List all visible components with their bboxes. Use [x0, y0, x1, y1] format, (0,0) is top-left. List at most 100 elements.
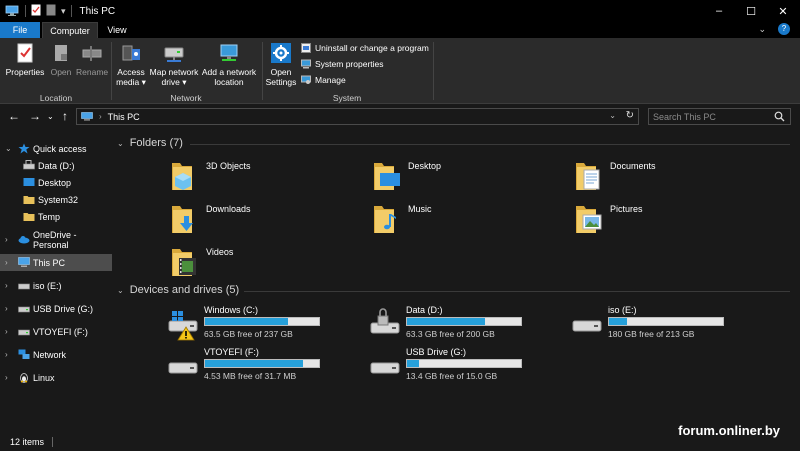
collapse-chevron-icon[interactable]: ⌄: [117, 286, 124, 295]
drive-vtoyefi-f[interactable]: VTOYEFI (F:) 4.53 MB free of 31.7 MB: [168, 347, 328, 383]
maximize-button[interactable]: ☐: [734, 0, 768, 22]
expand-chevron-icon[interactable]: ›: [5, 235, 8, 244]
folder-music[interactable]: Music: [372, 202, 552, 236]
expand-chevron-icon[interactable]: ›: [5, 350, 8, 359]
drive-usage-fill: [407, 318, 485, 325]
expand-chevron-icon[interactable]: ›: [5, 281, 8, 290]
up-button[interactable]: ↑: [62, 109, 68, 123]
forward-button[interactable]: →: [29, 109, 41, 123]
sidebar-item-desktop[interactable]: Desktop: [0, 174, 112, 191]
sidebar-item-data-d[interactable]: Data (D:): [0, 157, 112, 174]
manage-label: Manage: [315, 75, 346, 85]
expand-chevron-icon[interactable]: ⌄: [5, 144, 12, 153]
sidebar-item-label: USB Drive (G:): [33, 303, 94, 314]
breadcrumb-separator[interactable]: ›: [99, 112, 102, 121]
drive-data-d[interactable]: Data (D:) 63.3 GB free of 200 GB: [370, 305, 530, 341]
access-media-button[interactable]: Access media ▾: [114, 42, 148, 87]
open-icon: [50, 42, 72, 64]
drive-iso-e[interactable]: iso (E:) 180 GB free of 213 GB: [572, 305, 732, 341]
sidebar-item-onedrive[interactable]: › OneDrive - Personal: [0, 230, 112, 250]
address-dropdown-button[interactable]: ⌄: [609, 111, 616, 120]
folders-group-header[interactable]: ⌄ Folders (7): [112, 137, 183, 149]
tab-file[interactable]: File: [0, 22, 40, 38]
expand-ribbon-button[interactable]: ⌄: [758, 24, 766, 35]
drive-usage-fill: [609, 318, 627, 325]
expand-chevron-icon[interactable]: ›: [5, 304, 8, 313]
drives-group-header[interactable]: ⌄ Devices and drives (5): [112, 284, 239, 296]
folder-pictures[interactable]: Pictures: [574, 202, 754, 236]
help-button[interactable]: ?: [778, 23, 790, 35]
folder-name: Videos: [206, 247, 234, 257]
open-settings-label-2: Settings: [265, 77, 297, 87]
add-network-location-label-1: Add a network: [201, 67, 257, 77]
sidebar-item-label: Data (D:): [38, 160, 75, 171]
sidebar-item-this-pc[interactable]: › This PC: [0, 254, 112, 271]
search-input[interactable]: [653, 111, 773, 122]
add-network-location-button[interactable]: Add a network location: [200, 42, 258, 87]
breadcrumb-this-pc[interactable]: This PC: [108, 112, 140, 122]
refresh-button[interactable]: ↻: [626, 110, 634, 121]
expand-chevron-icon[interactable]: ›: [5, 258, 8, 267]
collapse-chevron-icon[interactable]: ⌄: [117, 139, 124, 148]
minimize-button[interactable]: –: [702, 0, 736, 22]
address-bar[interactable]: › This PC ⌄ ↻: [76, 108, 639, 125]
search-icon[interactable]: [774, 111, 785, 122]
sidebar-item-usb-drive-g[interactable]: › USB Drive (G:): [0, 300, 112, 317]
properties-icon: [14, 42, 36, 64]
drive-free-space: 63.5 GB free of 237 GB: [204, 329, 293, 339]
music-folder-icon: [372, 202, 402, 236]
sidebar-item-quick-access[interactable]: ⌄ Quick access: [0, 140, 112, 157]
this-pc-icon[interactable]: [5, 5, 19, 17]
folder-name: Desktop: [408, 161, 442, 171]
sidebar-item-linux[interactable]: › Linux: [0, 369, 112, 386]
usb-drive-icon: [18, 326, 30, 337]
drive-name: Data (D:): [406, 305, 443, 315]
drive-usage-bar: [406, 317, 522, 326]
expand-chevron-icon[interactable]: ›: [5, 373, 8, 382]
item-count: 12 items: [10, 436, 45, 447]
sidebar-item-vtoyefi-f[interactable]: › VTOYEFI (F:): [0, 323, 112, 340]
drive-windows-c[interactable]: Windows (C:) 63.5 GB free of 237 GB: [168, 305, 328, 341]
customize-toolbar-icon[interactable]: ▾: [61, 6, 66, 17]
rename-button[interactable]: Rename: [76, 42, 108, 77]
properties-button[interactable]: Properties: [4, 42, 46, 77]
drive-usb-g[interactable]: USB Drive (G:) 13.4 GB free of 15.0 GB: [370, 347, 530, 383]
drive-name: iso (E:): [608, 305, 637, 315]
tab-view[interactable]: View: [100, 22, 134, 38]
open-button[interactable]: Open: [46, 42, 76, 77]
map-network-drive-button[interactable]: Map network drive ▾: [148, 42, 200, 87]
close-button[interactable]: ✕: [766, 0, 800, 22]
sidebar-item-temp[interactable]: Temp: [0, 208, 112, 225]
system-properties-label: System properties: [315, 59, 384, 69]
navigation-bar: ← → ⌄ ↑ › This PC ⌄ ↻: [0, 104, 800, 128]
drive-icon: [572, 311, 602, 345]
properties-quick-icon[interactable]: [31, 4, 41, 18]
expand-chevron-icon[interactable]: ›: [5, 327, 8, 336]
manage-button[interactable]: Manage: [301, 75, 346, 85]
recent-locations-button[interactable]: ⌄: [47, 112, 54, 121]
folder-desktop[interactable]: Desktop: [372, 159, 552, 193]
folder-3d-objects[interactable]: 3D Objects: [170, 159, 350, 193]
drive-name: VTOYEFI (F:): [204, 347, 259, 357]
window-title: This PC: [79, 5, 116, 17]
sidebar-item-network[interactable]: › Network: [0, 346, 112, 363]
new-folder-quick-icon[interactable]: [46, 4, 56, 18]
sidebar-item-system32[interactable]: System32: [0, 191, 112, 208]
folder-downloads[interactable]: Downloads: [170, 202, 350, 236]
network-icon: [18, 349, 30, 360]
uninstall-program-button[interactable]: Uninstall or change a program: [301, 43, 429, 53]
sidebar-item-iso-e[interactable]: › iso (E:): [0, 277, 112, 294]
search-box[interactable]: [648, 108, 791, 125]
folders-group-title: Folders (7): [129, 137, 183, 149]
properties-label: Properties: [5, 67, 45, 77]
content-view: ⌄ Folders (7) 3D Objects Desktop Documen…: [112, 132, 800, 432]
tab-computer[interactable]: Computer: [42, 22, 98, 38]
system-properties-button[interactable]: System properties: [301, 59, 384, 69]
location-group-label: Location: [39, 93, 73, 103]
open-settings-button[interactable]: Open Settings: [264, 42, 298, 87]
drive-free-space: 63.3 GB free of 200 GB: [406, 329, 495, 339]
folder-documents[interactable]: Documents: [574, 159, 754, 193]
sidebar-item-label: Temp: [38, 211, 61, 222]
back-button[interactable]: ←: [8, 109, 20, 123]
folder-videos[interactable]: Videos: [170, 245, 350, 279]
